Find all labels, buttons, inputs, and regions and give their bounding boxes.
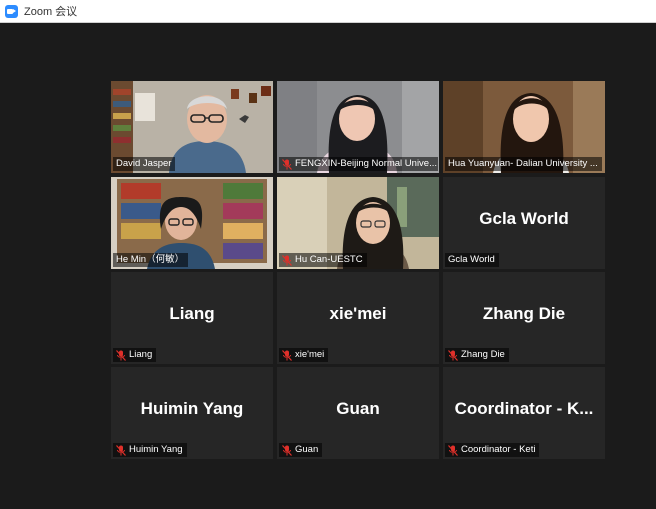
participant-name-tag: FENGXIN-Beijing Normal Unive... <box>279 157 438 171</box>
participant-name: Hua Yuanyuan- Dalian University ... <box>448 158 598 169</box>
participant-name: FENGXIN-Beijing Normal Unive... <box>295 158 438 169</box>
participant-name-tag: Liang <box>113 348 157 362</box>
participant-display-name: Gcla World <box>479 209 569 228</box>
participant-display-name: Coordinator - K... <box>454 399 594 418</box>
participant-name-tag: xie'mei <box>279 348 329 362</box>
participant-display-name: xie'mei <box>329 304 387 323</box>
participant-tile-coordinator-keti[interactable]: Coordinator - K... Coordinator - Keti <box>443 367 605 459</box>
participant-name-tag: Guan <box>279 443 323 457</box>
participant-display-name: Huimin Yang <box>140 399 244 418</box>
participant-name: xie'mei <box>295 349 325 360</box>
microphone-muted-icon <box>282 444 292 456</box>
participant-name-tag: Hua Yuanyuan- Dalian University ... <box>445 157 602 171</box>
participant-name: Gcla World <box>448 254 495 265</box>
participant-display-name: Zhang Die <box>482 304 566 323</box>
participant-display-name: Liang <box>169 304 215 323</box>
participant-tile-huimin-yang[interactable]: Huimin Yang Huimin Yang <box>111 367 273 459</box>
microphone-muted-icon <box>282 158 292 170</box>
microphone-muted-icon <box>116 444 126 456</box>
participant-name: David Jasper <box>116 158 172 169</box>
participant-tile-david-jasper[interactable]: David Jasper <box>111 81 273 173</box>
video-gallery: David Jasper FENGXIN-Beijing Normal Univ… <box>0 23 656 509</box>
microphone-muted-icon <box>282 254 292 266</box>
participant-tile-hu-can[interactable]: Hu Can-UESTC <box>277 177 439 269</box>
microphone-muted-icon <box>448 444 458 456</box>
participant-tile-liang[interactable]: Liang Liang <box>111 272 273 364</box>
participant-name: Coordinator - Keti <box>461 444 536 455</box>
participant-tile-guan[interactable]: Guan Guan <box>277 367 439 459</box>
participant-name-tag: David Jasper <box>113 157 176 171</box>
participant-tile-gcla-world[interactable]: Gcla World Gcla World <box>443 177 605 269</box>
microphone-muted-icon <box>448 349 458 361</box>
participant-tile-fengxin[interactable]: FENGXIN-Beijing Normal Unive... <box>277 81 439 173</box>
participant-name: Hu Can-UESTC <box>295 254 363 265</box>
participant-name-tag: Hu Can-UESTC <box>279 253 367 267</box>
participant-tile-hua-yuanyuan[interactable]: Hua Yuanyuan- Dalian University ... <box>443 81 605 173</box>
microphone-muted-icon <box>282 349 292 361</box>
participant-name-tag: Huimin Yang <box>113 443 187 457</box>
participant-tile-xie-mei[interactable]: xie'mei xie'mei <box>277 272 439 364</box>
microphone-muted-icon <box>116 349 126 361</box>
participant-name-tag: Zhang Die <box>445 348 509 362</box>
participant-name-tag: Gcla World <box>445 253 499 267</box>
participant-name: Guan <box>295 444 319 455</box>
participant-name: Huimin Yang <box>129 444 183 455</box>
participant-name-tag: Coordinator - Keti <box>445 443 540 457</box>
zoom-app-icon <box>5 4 18 18</box>
window-titlebar: Zoom 会议 <box>0 0 656 23</box>
participant-display-name: Guan <box>336 399 380 418</box>
participant-name: He Min（何敏） <box>116 254 185 265</box>
participant-name-tag: He Min（何敏） <box>113 253 189 267</box>
participant-name: Liang <box>129 349 153 360</box>
participant-tile-zhang-die[interactable]: Zhang Die Zhang Die <box>443 272 605 364</box>
window-title: Zoom 会议 <box>24 6 78 18</box>
participant-tile-he-min[interactable]: He Min（何敏） <box>111 177 273 269</box>
participant-name: Zhang Die <box>461 349 505 360</box>
